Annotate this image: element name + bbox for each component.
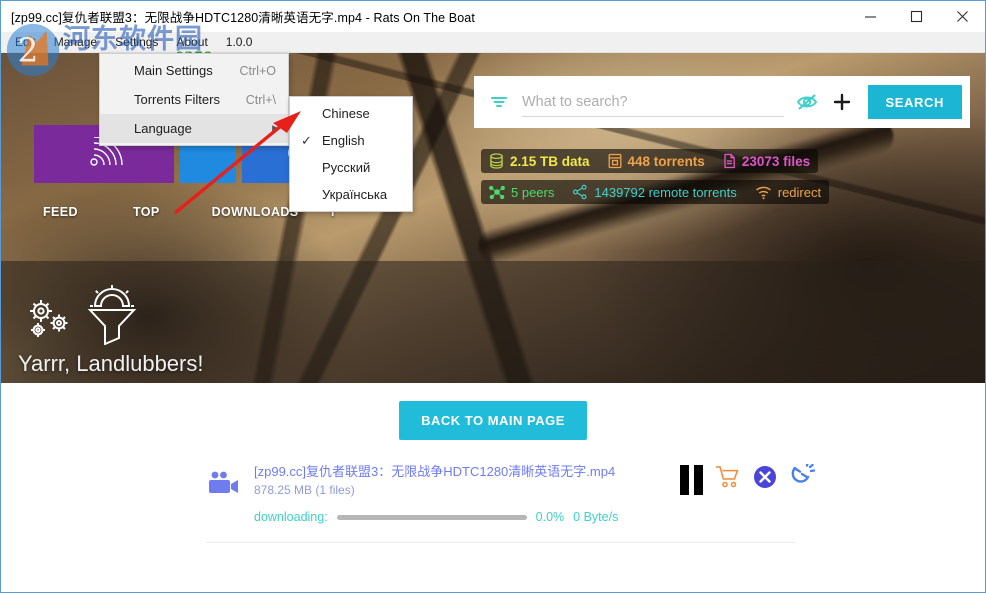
download-speed: 0 Byte/s xyxy=(573,510,619,524)
video-camera-icon xyxy=(206,464,254,524)
search-input-wrapper xyxy=(522,87,784,117)
filter-icon[interactable] xyxy=(488,94,510,110)
stats-row-primary: 2.15 TB data 448 torrents 23073 files xyxy=(481,149,819,173)
menu-edit[interactable]: Edit xyxy=(6,33,45,51)
database-icon xyxy=(490,153,503,169)
close-circle-icon xyxy=(754,466,776,488)
application-window: [zp99.cc]复仇者联盟3：无限战争HDTC1280清晰英语无字.mp4 -… xyxy=(0,0,986,593)
menu-item-torrents-filters-label: Torrents Filters xyxy=(134,92,220,107)
chevron-right-icon: ▶ xyxy=(272,123,279,133)
gears-icon xyxy=(30,300,68,337)
eye-off-icon[interactable] xyxy=(792,86,824,118)
language-option-russian-label: Русский xyxy=(322,160,371,175)
maximize-button[interactable] xyxy=(893,1,939,32)
check-icon: ✓ xyxy=(301,132,312,148)
cart-button[interactable] xyxy=(715,465,741,494)
language-option-chinese[interactable]: Chinese xyxy=(290,100,412,127)
hero-description: Welcome to ROTB! This is file search eng… xyxy=(18,381,969,383)
search-input[interactable] xyxy=(522,93,784,110)
nav-item-feed[interactable]: FEED xyxy=(43,201,78,223)
share-icon xyxy=(573,184,587,200)
download-actions xyxy=(680,461,816,495)
menu-settings[interactable]: Settings xyxy=(106,33,167,51)
menu-about[interactable]: About xyxy=(167,33,216,51)
stat-data: 2.15 TB data xyxy=(489,153,590,169)
download-list-item: [zp99.cc]复仇者联盟3：无限战争HDTC1280清晰英语无字.mp4 8… xyxy=(206,461,816,543)
settings-dropdown-menu: Main Settings Ctrl+O Torrents Filters Ct… xyxy=(99,53,289,146)
download-percent: 0.0% xyxy=(535,510,565,524)
pause-button[interactable] xyxy=(680,464,703,495)
close-button[interactable] xyxy=(939,1,985,32)
wifi-icon xyxy=(755,186,771,199)
cart-icon xyxy=(716,466,739,488)
file-icon xyxy=(724,153,735,169)
menu-item-torrents-filters-accel: Ctrl+\ xyxy=(245,92,276,107)
menu-item-language[interactable]: Language ▶ xyxy=(100,114,288,143)
nav-item-top[interactable]: TOP xyxy=(133,201,160,223)
stat-torrents-value: 448 torrents xyxy=(627,153,705,169)
language-option-russian[interactable]: Русский xyxy=(290,154,412,181)
back-button-wrapper: BACK TO MAIN PAGE xyxy=(1,383,985,440)
stat-files: 23073 files xyxy=(723,153,810,169)
stat-redirect: redirect xyxy=(755,185,821,200)
title-bar: [zp99.cc]复仇者联盟3：无限战争HDTC1280清晰英语无字.mp4 -… xyxy=(1,1,985,32)
hero-decoration-icons xyxy=(21,283,143,345)
language-option-ukrainian[interactable]: Українська xyxy=(290,181,412,208)
stats-row-secondary: 5 peers 1439792 remote torrents redirect xyxy=(481,180,830,204)
nav-item-downloads[interactable]: DOWNLOADS xyxy=(212,201,299,223)
stat-torrents: 448 torrents xyxy=(608,153,705,169)
back-to-main-page-button[interactable]: BACK TO MAIN PAGE xyxy=(399,401,587,440)
stat-data-value: 2.15 TB data xyxy=(510,153,590,169)
stat-redirect-value: redirect xyxy=(777,184,822,200)
menu-item-main-settings-accel: Ctrl+O xyxy=(239,63,276,78)
app-version: 1.0.0 xyxy=(225,35,253,49)
remove-button[interactable] xyxy=(753,465,777,494)
archive-icon xyxy=(608,153,621,169)
stat-remote-torrents: 1439792 remote torrents xyxy=(572,184,737,200)
plus-icon[interactable] xyxy=(826,86,858,118)
menu-manage[interactable]: Manage xyxy=(45,33,106,51)
search-button[interactable]: SEARCH xyxy=(867,85,962,119)
language-option-chinese-label: Chinese xyxy=(322,106,370,121)
window-controls xyxy=(847,1,985,32)
download-progress-bar xyxy=(336,514,527,520)
menu-item-main-settings-label: Main Settings xyxy=(134,63,213,78)
menu-item-main-settings[interactable]: Main Settings Ctrl+O xyxy=(100,56,288,85)
filter-gear-icon xyxy=(87,285,137,345)
language-submenu: Chinese ✓ English Русский Українська xyxy=(289,96,413,212)
download-status: downloading: xyxy=(254,510,328,524)
hero-title: Yarrr, Landlubbers! xyxy=(18,351,204,376)
stats-panel: 2.15 TB data 448 torrents 23073 files 5 … xyxy=(481,149,830,204)
stat-files-value: 23073 files xyxy=(741,153,811,169)
peers-icon xyxy=(489,185,505,200)
language-option-english-label: English xyxy=(322,133,365,148)
magnet-button[interactable] xyxy=(789,461,816,495)
magnet-icon xyxy=(791,461,816,483)
language-option-ukrainian-label: Українська xyxy=(322,187,388,202)
menu-bar: Edit Manage Settings About 1.0.0 xyxy=(1,32,985,53)
content-area: BACK TO MAIN PAGE [zp99.cc]复仇者联盟3：无限战争HD… xyxy=(1,383,985,592)
stat-peers-value: 5 peers xyxy=(511,184,555,200)
window-title: [zp99.cc]复仇者联盟3：无限战争HDTC1280清晰英语无字.mp4 -… xyxy=(11,10,475,25)
minimize-button[interactable] xyxy=(847,1,893,32)
search-bar: SEARCH xyxy=(474,76,970,128)
language-option-english[interactable]: ✓ English xyxy=(290,127,412,154)
download-progress-line: downloading: 0.0% 0 Byte/s xyxy=(254,510,795,524)
menu-item-torrents-filters[interactable]: Torrents Filters Ctrl+\ xyxy=(100,85,288,114)
stat-peers: 5 peers xyxy=(489,184,554,200)
menu-item-language-label: Language xyxy=(134,121,192,136)
stat-remote-torrents-value: 1439792 remote torrents xyxy=(594,184,737,200)
